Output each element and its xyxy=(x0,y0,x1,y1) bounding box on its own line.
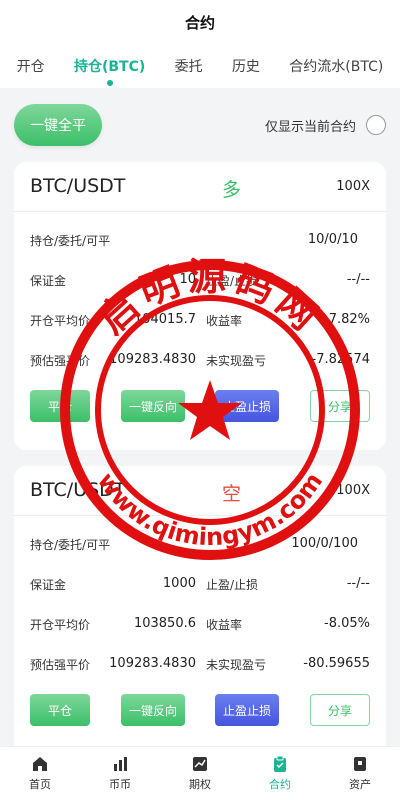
bottom-nav: 首页 币币 期权 合约 资产 xyxy=(0,746,400,800)
position-row-liq: 预估强平价 109283.4830 未实现盈亏 -80.59655 xyxy=(14,646,386,686)
position-leverage: 100X xyxy=(336,179,370,194)
position-row-avg-price: 开仓平均价 104015.7 收益率 7.82% xyxy=(14,302,386,342)
tpsl-value: --/-- xyxy=(346,576,370,591)
only-current-toggle[interactable]: 仅显示当前合约 xyxy=(265,115,386,135)
home-icon xyxy=(33,757,47,771)
avg-price-label: 开仓平均价 xyxy=(30,618,91,632)
margin-label: 保证金 xyxy=(30,274,67,288)
avg-price-value: 104015.7 xyxy=(133,312,196,327)
position-side: 多 xyxy=(222,179,242,201)
holding-value: 100/0/100 xyxy=(291,536,358,551)
margin-value: 10 xyxy=(179,272,196,287)
reverse-position-button[interactable]: 一键反向 xyxy=(121,694,185,726)
position-row-holding: 持仓/委托/可平 100/0/100 xyxy=(14,526,386,566)
position-side: 空 xyxy=(222,483,242,505)
only-current-label: 仅显示当前合约 xyxy=(264,119,356,135)
position-row-holding: 持仓/委托/可平 10/0/10 xyxy=(14,222,386,262)
close-position-button[interactable]: 平仓 xyxy=(30,390,90,422)
pnl-value: -80.59655 xyxy=(303,656,370,671)
position-row-liq: 预估强平价 109283.4830 未实现盈亏 -7.82574 xyxy=(14,342,386,382)
liq-label: 预估强平价 xyxy=(30,354,91,368)
liq-value: 109283.4830 xyxy=(109,352,196,367)
nav-label: 资产 xyxy=(349,778,371,791)
pnl-label: 未实现盈亏 xyxy=(206,658,267,672)
avg-price-label: 开仓平均价 xyxy=(30,314,91,328)
nav-item-home[interactable]: 首页 xyxy=(0,747,80,800)
tab-open[interactable]: 开仓 xyxy=(17,44,45,88)
yield-value: 7.82% xyxy=(328,312,370,327)
yield-value: -8.05% xyxy=(324,616,370,631)
liq-value: 109283.4830 xyxy=(109,656,196,671)
position-symbol: BTC/USDT xyxy=(30,175,126,197)
nav-item-options[interactable]: 期权 xyxy=(160,747,240,800)
close-position-button[interactable]: 平仓 xyxy=(30,694,90,726)
holding-label: 持仓/委托/可平 xyxy=(30,538,111,552)
nav-item-spot[interactable]: 币币 xyxy=(80,747,160,800)
position-card: BTC/USDT 多 100X 持仓/委托/可平 10/0/10 保证金 10 … xyxy=(14,162,386,450)
pnl-label: 未实现盈亏 xyxy=(206,354,267,368)
nav-label: 币币 xyxy=(109,778,131,791)
trend-chart-icon xyxy=(193,757,207,771)
holding-value: 10/0/10 xyxy=(307,232,358,247)
tpsl-label: 止盈/止损 xyxy=(206,578,259,592)
position-symbol: BTC/USDT xyxy=(30,479,126,501)
tab-bar: 开仓 持仓(BTC) 委托 历史 合约流水(BTC) xyxy=(0,44,400,88)
nav-item-contract[interactable]: 合约 xyxy=(240,747,320,800)
position-actions: 平仓 一键反向 止盈止损 分享 xyxy=(14,390,386,424)
yield-label: 收益率 xyxy=(206,314,243,328)
position-actions: 平仓 一键反向 止盈止损 分享 xyxy=(14,694,386,728)
position-card-header: BTC/USDT 空 100X xyxy=(14,466,386,516)
position-row-avg-price: 开仓平均价 103850.6 收益率 -8.05% xyxy=(14,606,386,646)
positions-toolbar: 一键全平 仅显示当前合约 xyxy=(0,88,400,160)
position-card-header: BTC/USDT 多 100X xyxy=(14,162,386,212)
yield-label: 收益率 xyxy=(206,618,243,632)
nav-label: 首页 xyxy=(29,778,51,791)
position-row-margin: 保证金 10 止盈/止损 --/-- xyxy=(14,262,386,302)
holding-label: 持仓/委托/可平 xyxy=(30,234,111,248)
pnl-value: -7.82574 xyxy=(311,352,370,367)
margin-label: 保证金 xyxy=(30,578,67,592)
wallet-icon xyxy=(354,757,366,771)
avg-price-value: 103850.6 xyxy=(133,616,196,631)
nav-label: 合约 xyxy=(269,778,291,791)
share-button[interactable]: 分享 xyxy=(310,390,370,422)
tpsl-value: --/-- xyxy=(346,272,370,287)
tab-history[interactable]: 历史 xyxy=(232,44,260,88)
position-row-margin: 保证金 1000 止盈/止损 --/-- xyxy=(14,566,386,606)
tpsl-label: 止盈/止损 xyxy=(206,274,259,288)
tab-positions[interactable]: 持仓(BTC) xyxy=(74,44,145,88)
reverse-position-button[interactable]: 一键反向 xyxy=(121,390,185,422)
share-button[interactable]: 分享 xyxy=(310,694,370,726)
tab-contract-flow[interactable]: 合约流水(BTC) xyxy=(289,44,383,88)
page-title: 合约 xyxy=(184,13,215,32)
app-header: 合约 xyxy=(0,0,400,44)
margin-value: 1000 xyxy=(162,576,196,591)
nav-item-assets[interactable]: 资产 xyxy=(320,747,400,800)
tpsl-button[interactable]: 止盈止损 xyxy=(215,390,279,422)
position-leverage: 100X xyxy=(336,483,370,498)
bar-chart-icon xyxy=(114,757,127,771)
only-current-radio[interactable] xyxy=(366,115,386,135)
liq-label: 预估强平价 xyxy=(30,658,91,672)
close-all-button[interactable]: 一键全平 xyxy=(14,104,102,146)
nav-label: 期权 xyxy=(189,778,211,791)
tab-orders[interactable]: 委托 xyxy=(175,44,203,88)
tpsl-button[interactable]: 止盈止损 xyxy=(215,694,279,726)
position-card: BTC/USDT 空 100X 持仓/委托/可平 100/0/100 保证金 1… xyxy=(14,466,386,754)
clipboard-icon xyxy=(274,755,286,772)
